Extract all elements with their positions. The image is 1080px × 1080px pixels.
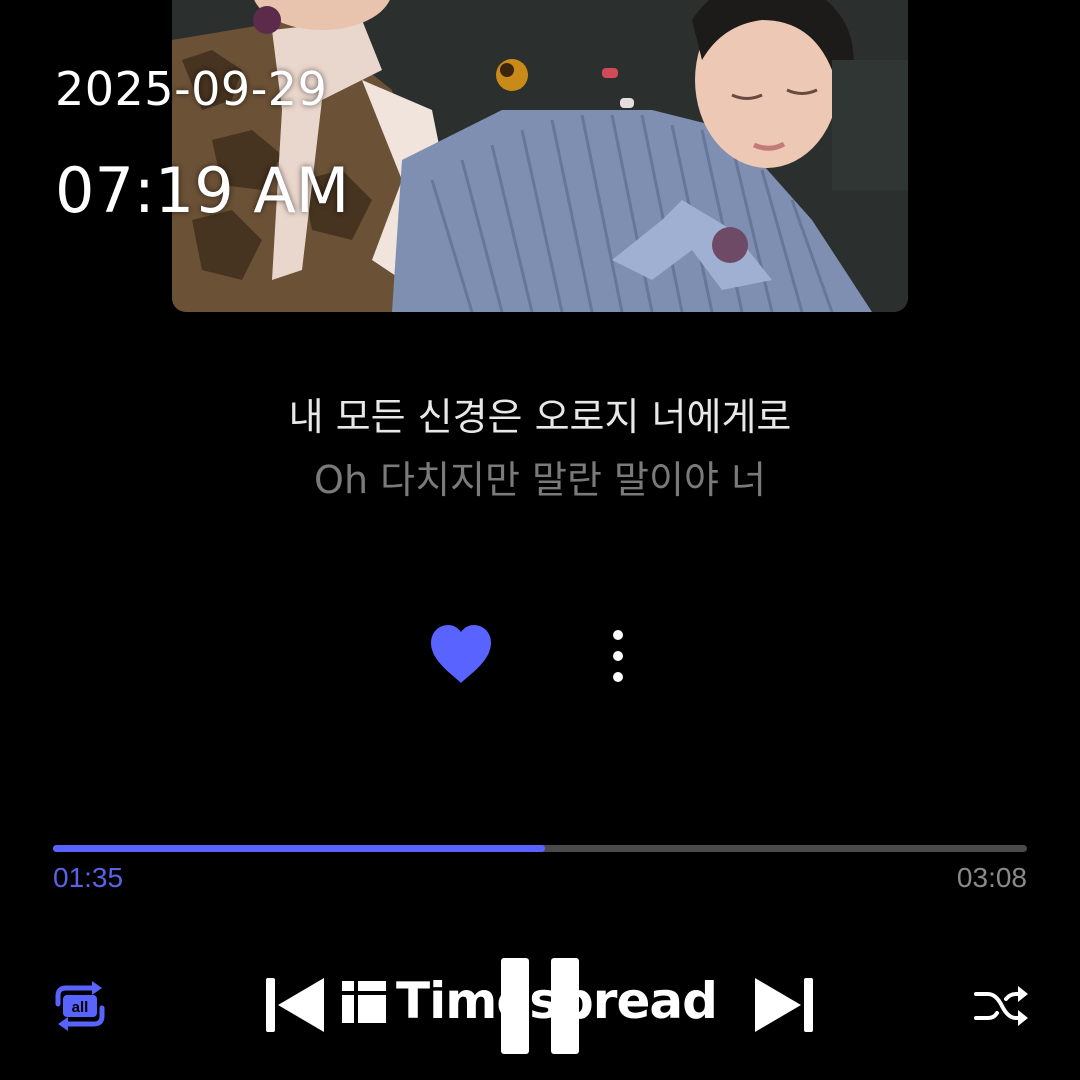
- date-text: 2025-09-29: [55, 62, 328, 116]
- time-text: 07:19 AM: [55, 154, 350, 227]
- more-vertical-icon: [613, 630, 623, 682]
- lyric-next-line[interactable]: Oh 다치지만 말란 말이야 너: [0, 456, 1080, 504]
- previous-button[interactable]: [264, 976, 328, 1034]
- skip-previous-icon: [266, 978, 324, 1032]
- timespread-logo-icon: [342, 981, 386, 1023]
- next-button[interactable]: [751, 976, 815, 1034]
- lyric-current-line[interactable]: 내 모든 신경은 오로지 너에게로: [0, 393, 1080, 441]
- total-time: 03:08: [956, 862, 1027, 893]
- heart-icon: [431, 625, 491, 683]
- progress-bar[interactable]: [53, 845, 1027, 852]
- shuffle-icon: [974, 986, 1028, 1026]
- skip-next-icon: [755, 978, 813, 1032]
- elapsed-time: 01:35: [53, 862, 124, 893]
- repeat-all-icon: all: [55, 981, 105, 1031]
- svg-text:all: all: [72, 999, 89, 1016]
- repeat-all-button[interactable]: all: [50, 980, 110, 1032]
- pause-icon: [501, 958, 579, 1054]
- progress-fill: [53, 845, 545, 852]
- pause-button[interactable]: [497, 956, 583, 1056]
- more-options-button[interactable]: [600, 626, 636, 686]
- like-button[interactable]: [427, 623, 495, 687]
- shuffle-button[interactable]: [972, 982, 1030, 1030]
